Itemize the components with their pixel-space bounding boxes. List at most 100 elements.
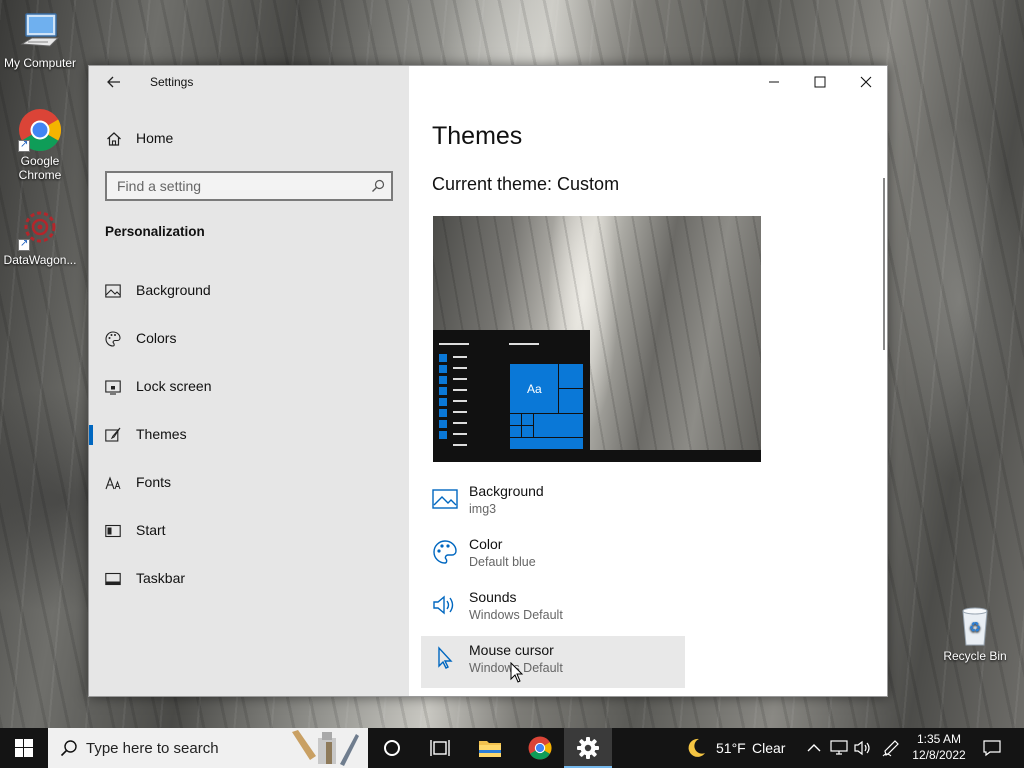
taskbar: 51°F Clear 1:35 AM 12/8/2022	[0, 728, 1024, 768]
theme-preview: Aa	[433, 216, 761, 462]
start-button[interactable]	[0, 728, 48, 768]
content-pane: Themes Current theme: Custom Aa Backgrou…	[409, 66, 887, 696]
shortcut-arrow-icon	[18, 237, 30, 251]
chrome-icon	[528, 736, 552, 760]
section-heading: Personalization	[105, 224, 205, 239]
taskbar-icon	[105, 572, 121, 586]
weather-temperature[interactable]: 51°F	[716, 740, 746, 756]
computer-icon	[18, 10, 62, 54]
nav-item-lock-screen[interactable]: Lock screen	[89, 367, 409, 407]
settings-taskbar-button[interactable]	[564, 728, 612, 768]
theme-setting-value: Windows Default	[469, 608, 563, 622]
scrollbar-thumb[interactable]	[883, 178, 885, 350]
settings-search-box[interactable]	[105, 171, 393, 201]
preview-menu-column	[439, 354, 447, 442]
title-bar[interactable]: Settings	[89, 66, 409, 98]
image-icon	[432, 489, 458, 509]
maximize-icon	[814, 76, 826, 88]
nav-item-label: Start	[136, 522, 166, 538]
theme-setting-background[interactable]: Background img3	[421, 477, 685, 529]
theme-setting-title: Background	[469, 483, 544, 499]
pen-workspace-icon[interactable]	[882, 739, 900, 757]
theme-setting-title: Sounds	[469, 589, 517, 605]
preview-tile	[558, 388, 584, 414]
theme-setting-title: Color	[469, 536, 503, 552]
settings-window: Settings Home Personalization Background	[88, 65, 888, 697]
clock-time: 1:35 AM	[916, 732, 962, 746]
clock-date: 12/8/2022	[912, 748, 966, 762]
nav-item-label: Lock screen	[136, 378, 212, 394]
svg-text:♻: ♻	[969, 620, 982, 636]
theme-setting-sounds[interactable]: Sounds Windows Default	[421, 583, 685, 635]
settings-search-input[interactable]	[107, 173, 367, 199]
nav-item-fonts[interactable]: Fonts	[89, 463, 409, 503]
shortcut-arrow-icon	[18, 138, 30, 152]
close-button[interactable]	[843, 66, 887, 98]
volume-icon[interactable]	[854, 740, 872, 756]
page-title: Themes	[432, 122, 523, 150]
minimize-icon	[769, 81, 779, 83]
file-explorer-button[interactable]	[466, 728, 514, 768]
chrome-icon	[18, 108, 62, 152]
theme-setting-value: img3	[469, 502, 497, 516]
back-arrow-icon	[107, 76, 120, 88]
preview-tile	[533, 413, 584, 438]
recycle-bin-icon: ♻	[953, 603, 997, 647]
nav-item-label: Taskbar	[136, 570, 186, 586]
nav-item-taskbar[interactable]: Taskbar	[89, 559, 409, 599]
datawagon-icon	[18, 207, 62, 251]
theme-setting-value: Default blue	[469, 555, 536, 569]
nav-item-themes[interactable]: Themes	[89, 415, 409, 455]
nav-item-label: Colors	[136, 330, 177, 346]
desktop-icon-recycle-bin[interactable]: ♻ Recycle Bin	[935, 603, 1015, 663]
desktop-icon-label: Recycle Bin	[943, 649, 1007, 663]
desktop-icon-label: My Computer	[3, 56, 77, 70]
palette-icon	[433, 540, 457, 564]
system-clock[interactable]: 1:35 AM 12/8/2022	[906, 731, 972, 763]
weather-condition[interactable]: Clear	[752, 740, 785, 756]
preview-line	[509, 343, 539, 345]
maximize-button[interactable]	[797, 66, 843, 98]
cortana-button[interactable]	[368, 728, 416, 768]
desktop-icon-google-chrome[interactable]: Google Chrome	[0, 108, 80, 182]
lock-screen-icon	[105, 380, 121, 395]
desktop-icon-my-computer[interactable]: My Computer	[0, 10, 80, 70]
preview-tile	[558, 363, 584, 389]
chrome-taskbar-button[interactable]	[516, 728, 564, 768]
nav-item-background[interactable]: Background	[89, 271, 409, 311]
back-button[interactable]	[103, 72, 125, 92]
notifications-icon[interactable]	[983, 739, 1001, 757]
start-icon	[105, 524, 121, 538]
preview-taskbar	[433, 450, 761, 462]
preview-line	[439, 343, 469, 345]
taskbar-search-box[interactable]	[48, 728, 368, 768]
folder-icon	[479, 741, 501, 757]
window-title: Settings	[150, 75, 194, 89]
current-theme-label: Current theme: Custom	[432, 174, 620, 194]
desktop-icon-datawagon[interactable]: DataWagon...	[0, 207, 80, 267]
windows-logo-icon	[15, 739, 33, 757]
nav-home[interactable]: Home	[89, 124, 409, 154]
network-icon[interactable]	[830, 740, 848, 756]
themes-icon	[105, 427, 121, 442]
navigation-pane: Settings Home Personalization Background	[89, 66, 409, 696]
cursor-icon	[438, 646, 453, 669]
theme-setting-mouse-cursor[interactable]: Mouse cursor Windows Default	[421, 636, 685, 688]
palette-icon	[105, 331, 121, 347]
theme-setting-title: Mouse cursor	[469, 642, 554, 658]
nav-home-label: Home	[136, 130, 174, 146]
speaker-icon	[433, 595, 454, 615]
nav-item-colors[interactable]: Colors	[89, 319, 409, 359]
minimize-button[interactable]	[751, 66, 797, 98]
preview-menu-lines	[453, 356, 467, 455]
desktop-icon-label: DataWagon...	[3, 253, 77, 267]
taskbar-search-input[interactable]	[86, 728, 286, 768]
task-view-icon	[430, 740, 450, 756]
search-icon[interactable]	[371, 179, 385, 193]
preview-tile	[509, 437, 584, 450]
nav-item-start[interactable]: Start	[89, 511, 409, 551]
moon-weather-icon[interactable]	[684, 736, 708, 760]
theme-setting-color[interactable]: Color Default blue	[421, 530, 685, 582]
task-view-button[interactable]	[416, 728, 464, 768]
chevron-up-icon[interactable]	[807, 741, 821, 755]
